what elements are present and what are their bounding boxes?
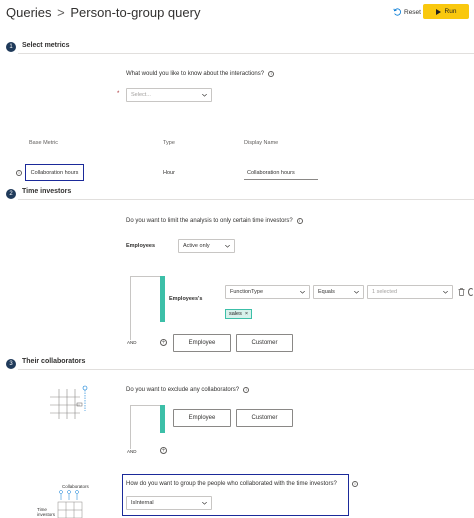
attribute-select[interactable]: FunctionType (225, 285, 310, 299)
display-name-value: Collaboration hours (247, 169, 295, 176)
section-number-1: 1 (6, 42, 16, 52)
close-icon[interactable]: × (245, 311, 248, 317)
run-label: Run (444, 8, 457, 15)
metrics-question-text: What would you like to know about the in… (126, 71, 265, 77)
chevron-down-icon (354, 290, 359, 294)
chevron-down-icon (225, 244, 230, 248)
illustration-label-time-investors: Time investors (37, 507, 56, 517)
add-customer-filter-button[interactable]: Customer (236, 334, 293, 352)
required-mark: * (117, 91, 120, 97)
operator-value: Equals (318, 289, 335, 295)
section-number-2: 2 (6, 189, 16, 199)
base-metric-cell: Collaboration hours (25, 164, 84, 181)
breadcrumb: Queries > Person-to-group query (6, 6, 200, 20)
reset-label: Reset (404, 8, 421, 16)
breadcrumb-queries-link[interactable]: Queries (6, 5, 52, 20)
collaborators-grid-illustration (50, 385, 88, 419)
operator-select[interactable]: Equals (313, 285, 364, 299)
metrics-question: What would you like to know about the in… (126, 71, 275, 77)
divider (18, 53, 474, 54)
column-header-base-metric: Base Metric (29, 140, 59, 146)
column-header-type: Type (163, 140, 175, 146)
connector-line (130, 276, 160, 277)
group-by-select[interactable]: IsInternal (126, 496, 212, 510)
and-label: AND (127, 449, 137, 454)
chevron-down-icon (443, 290, 448, 294)
section-title-their-collaborators: Their collaborators (22, 358, 86, 365)
info-icon[interactable]: i (352, 481, 358, 487)
section-title-time-investors: Time investors (22, 188, 72, 195)
filter-group-label: Employees's (169, 296, 203, 302)
base-metric-value: Collaboration hours (30, 169, 79, 176)
more-icon[interactable] (468, 288, 474, 296)
exclude-group-bar (160, 405, 165, 433)
time-investors-question: Do you want to limit the analysis to onl… (126, 218, 303, 224)
group-question: How do you want to group the people who … (126, 481, 337, 487)
illustration-label-collaborators: Collaborators (62, 484, 89, 489)
play-icon (435, 8, 441, 15)
metric-type-cell: Hour (163, 170, 175, 176)
section-title-select-metrics: Select metrics (22, 42, 70, 49)
employees-filter-value: Active only (183, 243, 210, 249)
values-select-value: 1 selected (372, 289, 398, 295)
values-select[interactable]: 1 selected (367, 285, 453, 299)
add-customer-filter-label: Customer (251, 340, 278, 346)
add-employee-filter-button[interactable]: Employee (173, 334, 231, 352)
plus-circle-icon[interactable]: + (160, 447, 167, 454)
time-investors-question-text: Do you want to limit the analysis to onl… (126, 218, 293, 224)
employees-filter-select[interactable]: Active only (178, 239, 235, 253)
exclude-customer-button[interactable]: Customer (236, 409, 293, 427)
chevron-down-icon (300, 290, 305, 294)
chip-label: sales (229, 311, 242, 317)
info-icon[interactable]: i (296, 218, 303, 224)
connector-line (130, 405, 131, 449)
exclude-employee-button[interactable]: Employee (173, 409, 231, 427)
add-employee-filter-label: Employee (188, 340, 216, 346)
info-icon[interactable]: i (243, 387, 250, 393)
chevron-down-icon (202, 93, 207, 97)
reset-icon (393, 8, 401, 16)
metric-select-placeholder: Select... (131, 92, 151, 98)
exclude-question-text: Do you want to exclude any collaborators… (126, 387, 240, 393)
connector-line (130, 405, 160, 406)
exclude-employee-label: Employee (188, 415, 216, 421)
connector-line (130, 276, 131, 340)
group-illustration (57, 490, 83, 518)
chevron-right-icon: > (57, 5, 65, 20)
run-button[interactable]: Run (423, 4, 469, 19)
group-by-value: IsInternal (131, 500, 154, 506)
exclude-question: Do you want to exclude any collaborators… (126, 387, 250, 393)
filter-group-bar (160, 276, 165, 322)
section-number-3: 3 (6, 359, 16, 369)
trash-icon[interactable] (458, 288, 465, 296)
employees-label: Employees (126, 243, 156, 249)
divider (18, 369, 474, 370)
info-icon[interactable]: i (16, 170, 22, 176)
filter-chip-sales: sales × (225, 309, 253, 319)
exclude-customer-label: Customer (251, 415, 278, 421)
metric-select[interactable]: Select... (126, 88, 212, 102)
column-header-display-name: Display Name (244, 140, 279, 146)
plus-circle-icon[interactable]: + (160, 339, 167, 346)
page-title: Person-to-group query (70, 5, 201, 20)
chevron-down-icon (202, 501, 207, 505)
group-question-text: How do you want to group the people who … (126, 481, 337, 487)
attribute-value: FunctionType (230, 289, 264, 295)
display-name-input[interactable]: Collaboration hours (244, 166, 318, 180)
info-icon[interactable]: i (268, 71, 275, 77)
reset-button[interactable]: Reset (393, 8, 421, 16)
divider (18, 199, 474, 200)
and-label: AND (127, 340, 137, 345)
